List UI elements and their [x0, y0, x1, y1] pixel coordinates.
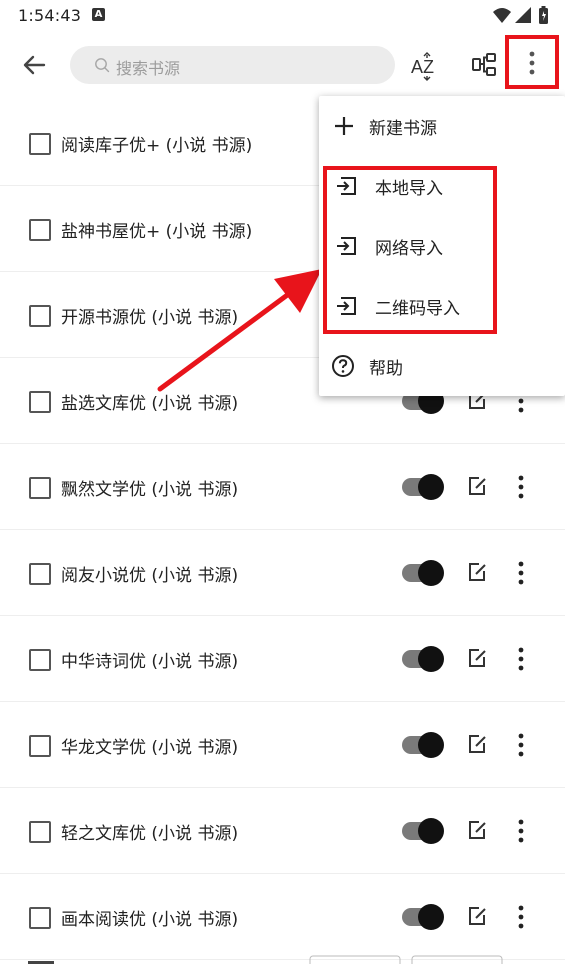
- menu-item-new-source[interactable]: 新建书源: [319, 96, 565, 156]
- more-vertical-icon[interactable]: [515, 904, 527, 930]
- source-name: 阅友小说优 (小说 书源): [61, 566, 239, 586]
- help-icon: [332, 355, 354, 377]
- list-item[interactable]: 飘然文学优 (小说 书源): [0, 444, 565, 530]
- select-checkbox[interactable]: [29, 391, 51, 413]
- toolbar: 搜索书源 AZ: [0, 32, 565, 98]
- source-name: 盐选文库优 (小说 书源): [61, 394, 239, 414]
- enable-switch[interactable]: [402, 646, 444, 672]
- select-checkbox[interactable]: [29, 477, 51, 499]
- source-name: 中华诗词优 (小说 书源): [61, 652, 239, 672]
- select-checkbox[interactable]: [29, 907, 51, 929]
- source-name: 华龙文学优 (小说 书源): [61, 738, 239, 758]
- import-icon: [337, 237, 356, 255]
- edit-icon[interactable]: [466, 560, 488, 584]
- source-name: 画本阅读优 (小说 书源): [61, 910, 239, 930]
- search-input[interactable]: 搜索书源: [70, 46, 395, 84]
- back-arrow-icon[interactable]: [17, 48, 51, 82]
- menu-label: 本地导入: [375, 179, 443, 199]
- edit-icon[interactable]: [466, 646, 488, 670]
- menu-item-network-import[interactable]: 网络导入: [319, 216, 565, 276]
- edit-icon[interactable]: [466, 904, 488, 928]
- edit-icon[interactable]: [466, 818, 488, 842]
- more-vertical-icon: [529, 51, 535, 75]
- edit-icon[interactable]: [466, 474, 488, 498]
- list-item[interactable]: 轻之文库优 (小说 书源): [0, 788, 565, 874]
- import-icon: [337, 177, 356, 195]
- select-checkbox[interactable]: [29, 649, 51, 671]
- more-vertical-icon[interactable]: [515, 818, 527, 844]
- select-checkbox[interactable]: [29, 219, 51, 241]
- list-item[interactable]: 阅友小说优 (小说 书源): [0, 530, 565, 616]
- menu-label: 二维码导入: [375, 299, 460, 319]
- source-name: 阅读库子优+ (小说 书源): [61, 136, 253, 156]
- enable-switch[interactable]: [402, 904, 444, 930]
- svg-text:AZ: AZ: [411, 57, 434, 77]
- status-icons: [493, 6, 548, 24]
- status-bar: 1:54:43 A: [0, 0, 565, 32]
- enable-switch[interactable]: [402, 732, 444, 758]
- menu-label: 新建书源: [369, 119, 437, 139]
- source-name: 轻之文库优 (小说 书源): [61, 824, 239, 844]
- menu-item-local-import[interactable]: 本地导入: [319, 156, 565, 216]
- signal-icon: [515, 7, 531, 23]
- select-checkbox[interactable]: [29, 821, 51, 843]
- more-vertical-icon[interactable]: [515, 646, 527, 672]
- source-name: 盐神书屋优+ (小说 书源): [61, 222, 253, 242]
- status-time: 1:54:43: [18, 6, 82, 25]
- notification-icon: A: [92, 8, 105, 21]
- more-vertical-icon[interactable]: [515, 732, 527, 758]
- source-name: 开源书源优 (小说 书源): [61, 308, 239, 328]
- import-icon: [337, 297, 356, 315]
- wifi-icon: [493, 8, 511, 23]
- search-icon: [95, 58, 110, 73]
- bottom-action-bar: [28, 955, 503, 964]
- enable-switch[interactable]: [402, 560, 444, 586]
- list-item[interactable]: 中华诗词优 (小说 书源): [0, 616, 565, 702]
- more-vertical-icon[interactable]: [515, 560, 527, 586]
- select-checkbox[interactable]: [29, 133, 51, 155]
- plus-icon: [335, 117, 353, 135]
- select-checkbox[interactable]: [29, 735, 51, 757]
- more-vertical-icon[interactable]: [515, 474, 527, 500]
- menu-item-qr-import[interactable]: 二维码导入: [319, 276, 565, 336]
- sort-az-icon[interactable]: AZ: [406, 49, 442, 83]
- enable-switch[interactable]: [402, 474, 444, 500]
- list-item[interactable]: 华龙文学优 (小说 书源): [0, 702, 565, 788]
- menu-label: 网络导入: [375, 239, 443, 259]
- select-checkbox[interactable]: [29, 305, 51, 327]
- list-item[interactable]: 画本阅读优 (小说 书源): [0, 874, 565, 960]
- group-icon[interactable]: [469, 49, 501, 83]
- enable-switch[interactable]: [402, 818, 444, 844]
- more-options-button[interactable]: [505, 35, 559, 89]
- select-checkbox[interactable]: [29, 563, 51, 585]
- search-placeholder: 搜索书源: [116, 59, 181, 78]
- menu-item-help[interactable]: 帮助: [319, 336, 565, 396]
- menu-label: 帮助: [369, 359, 403, 379]
- overflow-menu: 新建书源 本地导入 网络导入 二维码导入 帮助: [319, 96, 565, 396]
- edit-icon[interactable]: [466, 732, 488, 756]
- source-name: 飘然文学优 (小说 书源): [61, 480, 239, 500]
